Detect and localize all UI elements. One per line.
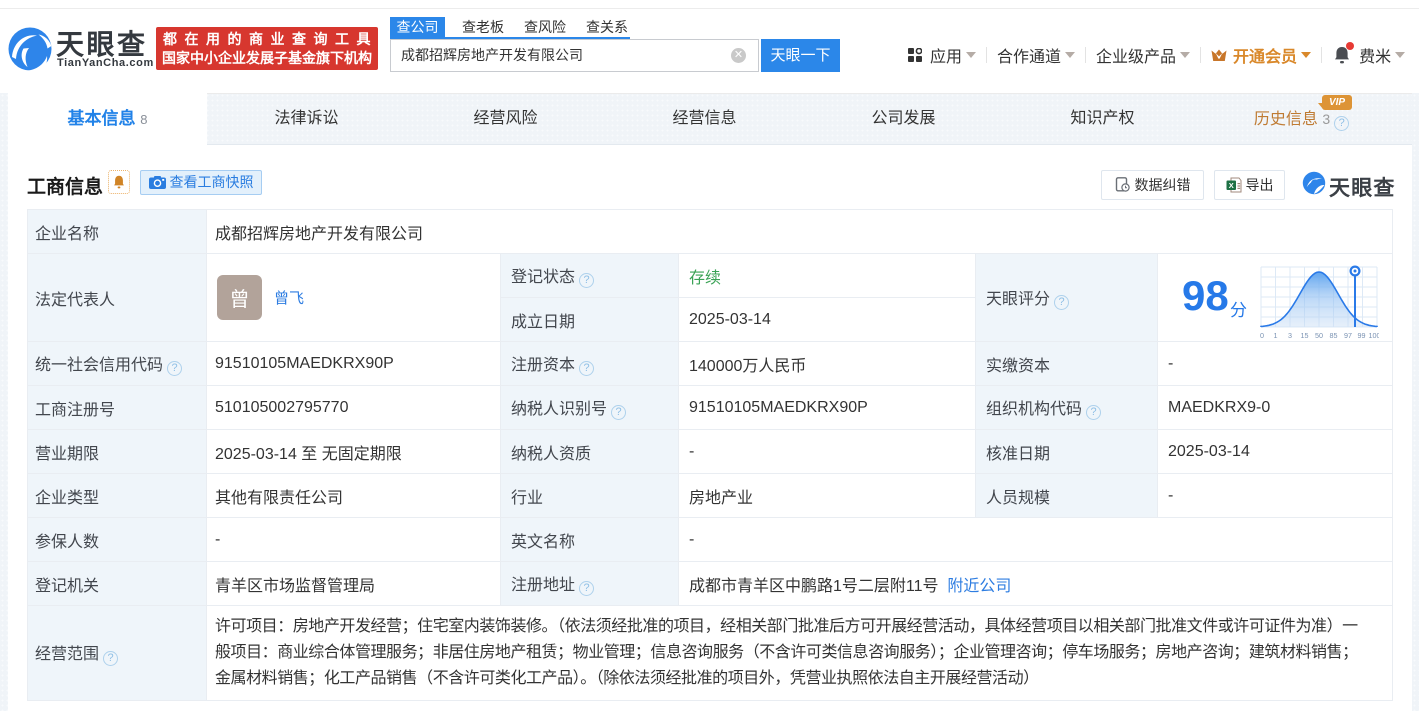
svg-text:50: 50	[1315, 331, 1323, 340]
svg-text:15: 15	[1301, 331, 1309, 340]
svg-text:99: 99	[1358, 331, 1366, 340]
svg-text:X: X	[1228, 181, 1233, 190]
svg-text:85: 85	[1330, 331, 1338, 340]
svg-text:0: 0	[1260, 331, 1264, 340]
svg-text:100: 100	[1369, 331, 1380, 340]
svg-text:1: 1	[1274, 331, 1278, 340]
svg-text:97: 97	[1344, 331, 1352, 340]
svg-text:3: 3	[1288, 331, 1292, 340]
